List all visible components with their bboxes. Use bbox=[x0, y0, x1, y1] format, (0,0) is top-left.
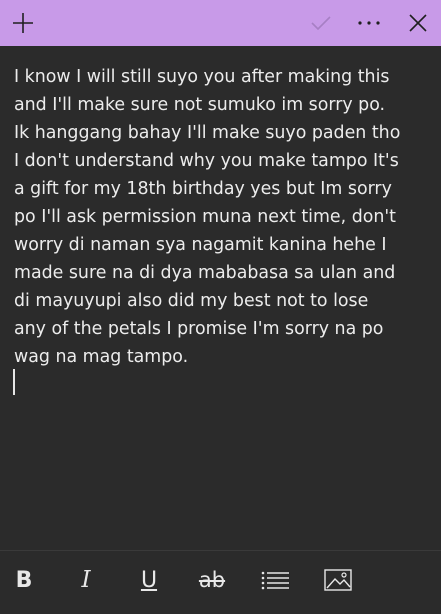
bulleted-list-button[interactable] bbox=[257, 563, 293, 597]
italic-button[interactable]: I bbox=[68, 563, 104, 597]
bulleted-list-icon bbox=[261, 571, 289, 590]
note-body-text[interactable]: I know I will still suyo you after makin… bbox=[14, 63, 432, 371]
formatting-toolbar: B I U ab bbox=[0, 550, 441, 609]
insert-image-button[interactable] bbox=[320, 563, 356, 597]
bold-button[interactable]: B bbox=[6, 563, 42, 597]
text-cursor bbox=[13, 369, 15, 395]
plus-icon bbox=[13, 13, 33, 33]
note-editor[interactable]: I know I will still suyo you after makin… bbox=[0, 46, 441, 550]
strikethrough-button[interactable]: ab bbox=[194, 563, 230, 597]
underline-button[interactable]: U bbox=[131, 563, 167, 597]
add-note-button[interactable] bbox=[0, 0, 46, 46]
confirm-button[interactable] bbox=[298, 0, 344, 46]
title-bar bbox=[0, 0, 441, 46]
checkmark-icon bbox=[311, 16, 331, 31]
close-button[interactable] bbox=[395, 0, 441, 46]
insert-image-icon bbox=[324, 569, 352, 591]
more-options-icon bbox=[358, 21, 380, 25]
bottom-strip bbox=[0, 608, 441, 614]
menu-button[interactable] bbox=[346, 0, 392, 46]
close-icon bbox=[409, 14, 427, 32]
